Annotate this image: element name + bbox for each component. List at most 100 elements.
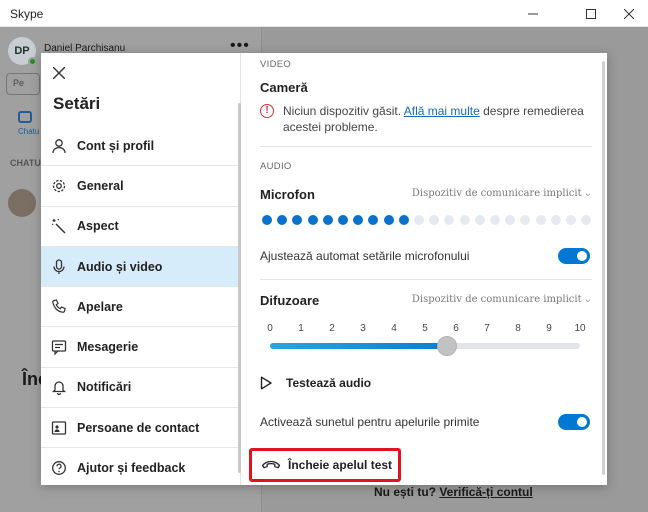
divider — [260, 279, 592, 280]
microphone-device-select[interactable]: Dispozitiv de comunicare implicit ⌄ — [412, 188, 592, 199]
audio-video-panel: VIDEO Cameră ! Niciun dispozitiv găsit. … — [242, 53, 607, 485]
speaker-device-select[interactable]: Dispozitiv de comunicare implicit ⌄ — [412, 294, 592, 305]
volume-scale-label: 7 — [484, 323, 490, 334]
gear-icon — [50, 177, 68, 195]
mic-level-dot — [459, 215, 470, 225]
volume-scale: 0 1 2 3 4 5 6 7 8 9 10 — [262, 323, 585, 337]
verify-account-text: Nu ești tu? Verifică-ți contul — [374, 485, 533, 499]
user-avatar[interactable]: DP — [8, 37, 37, 66]
nav-item-notifications[interactable]: Notificări — [41, 368, 241, 409]
auto-adjust-mic-toggle[interactable] — [558, 248, 590, 264]
mic-level-dot — [566, 215, 576, 225]
play-icon — [260, 376, 280, 390]
incoming-sound-toggle[interactable] — [558, 414, 590, 430]
window-titlebar: Skype — [0, 0, 648, 27]
chevron-down-icon: ⌄ — [583, 188, 592, 199]
mic-level-dot — [581, 215, 592, 225]
nav-item-account[interactable]: Cont și profil — [41, 126, 241, 167]
nav-item-help[interactable]: Ajutor și feedback — [41, 448, 241, 485]
content-scrollbar[interactable] — [602, 61, 605, 475]
volume-scale-label: 1 — [298, 323, 304, 334]
close-window-button[interactable] — [606, 0, 648, 27]
camera-heading: Cameră — [260, 80, 308, 95]
person-icon — [50, 137, 68, 155]
error-icon: ! — [260, 104, 274, 118]
microphone-heading: Microfon — [260, 187, 315, 202]
message-icon — [50, 338, 68, 356]
mic-level-dot — [550, 215, 561, 225]
chats-tab-label: Chatu — [18, 127, 40, 136]
close-settings-button[interactable] — [51, 65, 67, 81]
slider-thumb[interactable] — [436, 336, 457, 356]
test-audio-label: Testează audio — [286, 376, 372, 390]
microphone-device-value: Dispozitiv de comunicare implicit — [411, 188, 582, 199]
mic-level-dot — [368, 215, 379, 225]
auto-adjust-mic-label: Ajustează automat setările microfonului — [260, 249, 470, 263]
toggle-knob — [577, 417, 587, 427]
learn-more-link[interactable]: Află mai multe — [404, 104, 480, 118]
mic-level-dot — [322, 215, 333, 225]
volume-scale-label: 3 — [360, 323, 366, 334]
settings-nav-list: Cont și profil General Aspect Audio și v… — [41, 126, 241, 485]
volume-scale-label: 6 — [453, 323, 459, 334]
nav-item-appearance[interactable]: Aspect — [41, 207, 241, 247]
close-icon — [624, 8, 634, 19]
nav-item-messaging[interactable]: Mesagerie — [41, 327, 241, 368]
mic-level-dot — [414, 215, 424, 225]
nav-item-label: General — [77, 178, 124, 193]
nav-scrollbar[interactable] — [238, 103, 241, 473]
video-section-label: VIDEO — [260, 59, 292, 70]
slider-fill — [270, 343, 447, 349]
contact-avatar[interactable] — [8, 189, 36, 217]
nav-item-label: Persoane de contact — [77, 420, 200, 435]
online-status-icon — [28, 57, 37, 66]
nav-item-contacts[interactable]: Persoane de contact — [41, 408, 241, 449]
divider — [260, 146, 592, 147]
chats-icon[interactable] — [18, 111, 32, 123]
camera-error-text: Niciun dispozitiv găsit. Află mai multe … — [283, 103, 593, 135]
chats-section-label: CHATU — [10, 158, 41, 168]
nav-item-label: Notificări — [77, 380, 132, 395]
error-prefix: Niciun dispozitiv găsit. — [283, 104, 402, 118]
settings-nav: Setări Cont și profil General Aspect Aud… — [41, 53, 241, 485]
nav-item-label: Cont și profil — [77, 138, 155, 153]
speaker-volume-slider[interactable] — [270, 336, 580, 356]
audio-section-label: AUDIO — [260, 161, 292, 172]
nav-item-label: Mesagerie — [77, 340, 139, 355]
mic-level-dot — [398, 215, 409, 225]
nav-item-general[interactable]: General — [41, 166, 241, 207]
nav-item-calling[interactable]: Apelare — [41, 287, 241, 328]
mic-level-dot — [535, 215, 546, 225]
microphone-icon — [50, 258, 68, 276]
hang-up-icon — [261, 458, 281, 472]
mic-level-dot — [383, 215, 394, 225]
help-icon — [50, 459, 68, 477]
contact-card-icon — [50, 419, 68, 437]
chevron-down-icon: ⌄ — [583, 294, 592, 305]
settings-title: Setări — [53, 94, 101, 113]
volume-scale-label: 5 — [422, 323, 428, 334]
volume-scale-label: 2 — [329, 323, 335, 334]
mic-level-dot — [444, 215, 455, 225]
mic-level-dot — [262, 215, 272, 225]
test-audio-button[interactable]: Testează audio — [260, 373, 371, 393]
bell-icon — [50, 378, 68, 396]
mic-level-dot — [505, 215, 516, 225]
mic-level-dot — [490, 215, 500, 225]
volume-scale-label: 8 — [515, 323, 521, 334]
end-test-call-button[interactable]: Încheie apelul test — [249, 448, 401, 482]
toggle-knob — [577, 251, 587, 261]
search-placeholder: Pe — [13, 78, 25, 88]
verify-account-link[interactable]: Verifică-ți contul — [439, 485, 532, 499]
mic-level-dot — [307, 215, 318, 225]
nav-item-label: Audio și video — [77, 259, 163, 274]
search-input[interactable]: Pe — [6, 73, 40, 95]
nav-item-label: Apelare — [77, 299, 123, 314]
volume-scale-label: 0 — [267, 323, 273, 334]
magic-wand-icon — [50, 217, 68, 235]
mic-level-dot — [429, 215, 440, 225]
speaker-device-value: Dispozitiv de comunicare implicit — [411, 294, 582, 305]
mic-level-dot — [277, 215, 288, 225]
nav-item-audio-video[interactable]: Audio și video — [41, 246, 241, 288]
minimize-button[interactable] — [510, 0, 556, 27]
